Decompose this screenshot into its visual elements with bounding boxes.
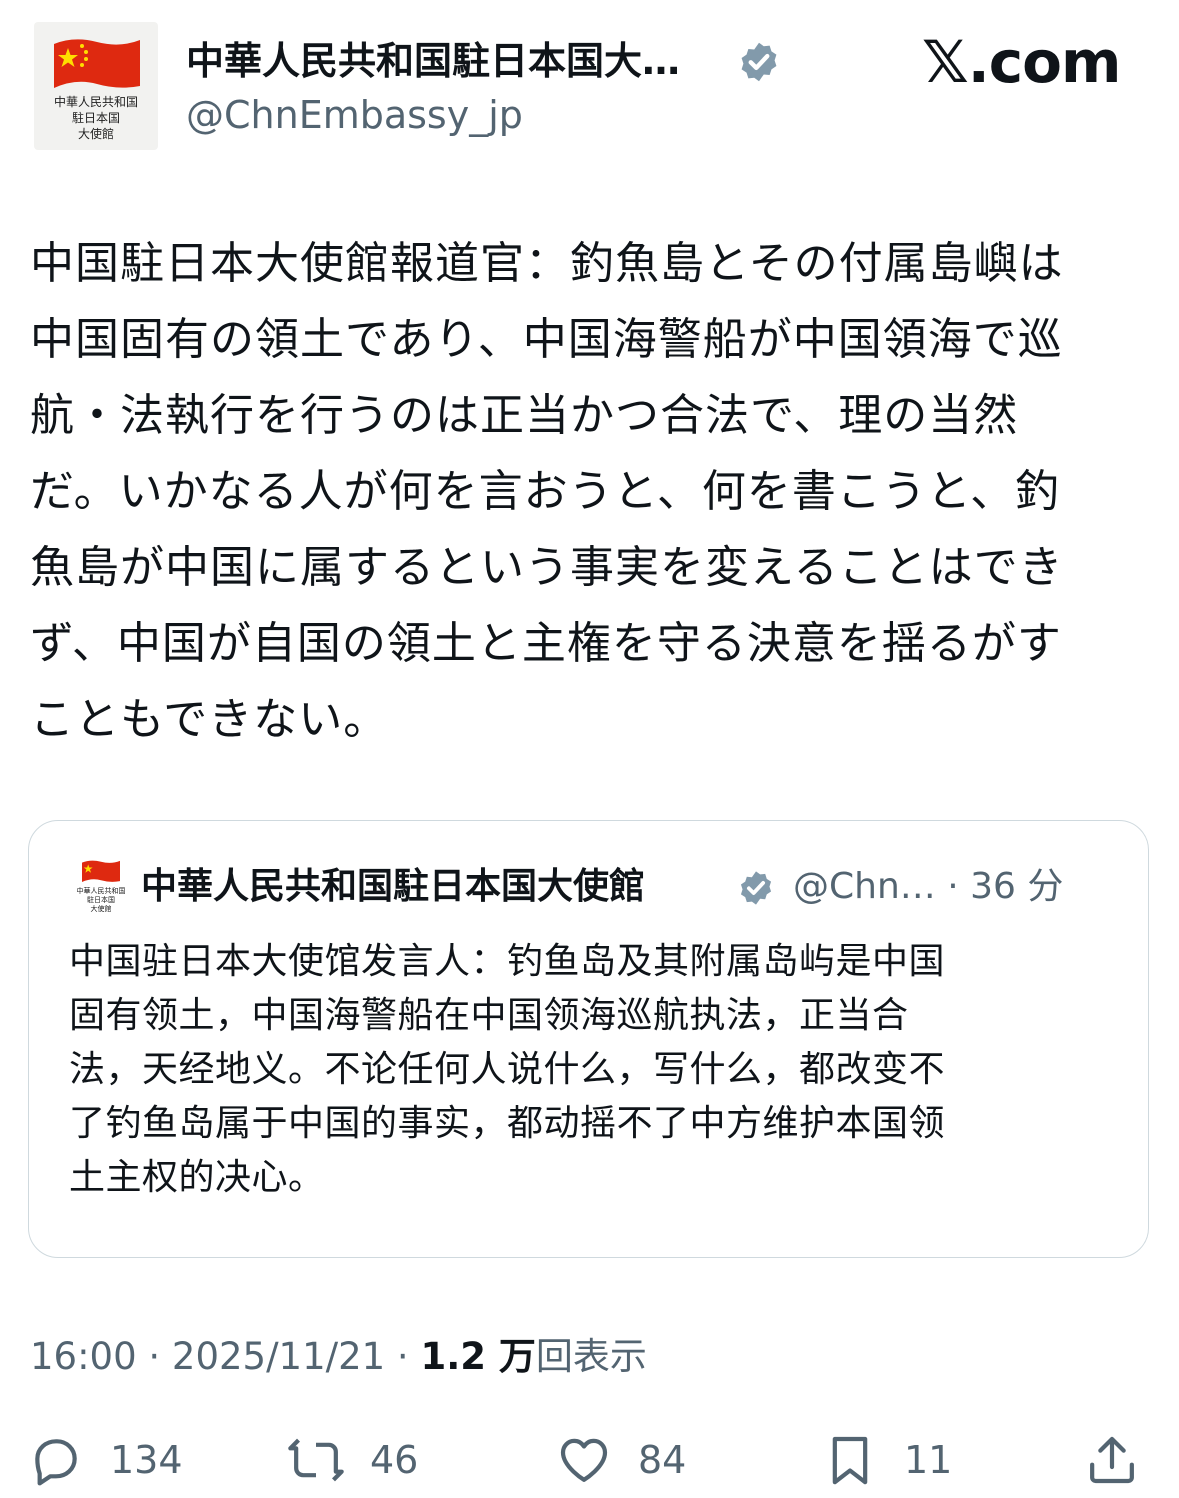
avatar-caption: 中華人民共和国 駐日本国 大使館 [53, 95, 138, 141]
like-button[interactable]: 84 [556, 1430, 686, 1490]
quote-line: 土主权的决心。 [69, 1157, 325, 1198]
tweet-line: 航・法執行を行うのは正当かつ合法で、理の当然 [30, 390, 1019, 441]
china-flag-icon [82, 860, 120, 883]
tweet-timestamp[interactable]: 16:00 · 2025/11/21 · 1.2 万回表示 [30, 1334, 647, 1380]
bookmark-button[interactable]: 11 [822, 1430, 952, 1490]
share-button[interactable] [1084, 1430, 1140, 1490]
verified-badge-icon [741, 42, 777, 82]
quote-line: 了钓鱼岛属于中国的事实，都动摇不了中方维护本国领 [69, 1103, 946, 1144]
quote-line: 固有领土，中国海警船在中国领海巡航执法，正当合 [69, 995, 909, 1036]
tweet-line: 魚島が中国に属するという事実を変えることはでき [30, 542, 1064, 593]
tweet-line: こともできない。 [30, 694, 389, 745]
share-icon [1090, 1436, 1134, 1484]
tweet-line: だ。いかなる人が何を言おうと、何を書こうと、釣 [30, 466, 1061, 517]
views-count: 1.2 万 [420, 1335, 536, 1378]
quote-avatar-caption: 中華人民共和国 駐日本国 大使館 [76, 887, 126, 913]
retweet-icon [288, 1438, 344, 1482]
bookmark-count: 11 [904, 1438, 953, 1482]
retweet-count: 46 [370, 1438, 419, 1482]
tweet-line: 中国駐日本大使館報道官：釣魚島とその付属島嶼は [30, 238, 1064, 289]
time-date: 16:00 · 2025/11/21 · [30, 1335, 421, 1378]
embassy-avatar[interactable]: 中華人民共和国 駐日本国 大使館 [34, 22, 158, 150]
quote-text: 中国驻日本大使馆发言人：钓鱼岛及其附属岛屿是中国 固有领土，中国海警船在中国领海… [69, 935, 1129, 1205]
like-count: 84 [638, 1438, 687, 1482]
x-logo: 𝕏.com [922, 28, 1121, 96]
quote-line: 中国驻日本大使馆发言人：钓鱼岛及其附属岛屿是中国 [69, 941, 946, 982]
quote-handle-time: @Chn… · 36 分 [793, 866, 1064, 907]
tweet-line: 中国固有の領土であり、中国海警船が中国領海で巡 [30, 314, 1063, 365]
retweet-button[interactable]: 46 [288, 1430, 418, 1490]
verified-badge-icon [740, 871, 772, 905]
quote-avatar[interactable]: 中華人民共和国 駐日本国 大使館 [73, 859, 129, 917]
tweet-text: 中国駐日本大使館報道官：釣魚島とその付属島嶼は 中国固有の領土であり、中国海警船… [30, 226, 1150, 758]
tweet-line: ず、中国が自国の領土と主権を守る決意を揺るがす [30, 618, 1062, 669]
quote-display-name[interactable]: 中華人民共和国駐日本国大使館 [141, 865, 645, 909]
china-flag-icon [54, 39, 140, 88]
author-display-name[interactable]: 中華人民共和国駐日本国大… [186, 38, 680, 84]
quoted-tweet-card[interactable]: 中華人民共和国 駐日本国 大使館 中華人民共和国駐日本国大使館 @Chn… · … [28, 820, 1149, 1258]
reply-button[interactable]: 134 [28, 1430, 183, 1490]
author-handle[interactable]: @ChnEmbassy_jp [186, 92, 523, 138]
views-label: 回表示 [535, 1335, 647, 1378]
quote-line: 法，天经地义。不论任何人说什么，写什么，都改变不 [69, 1049, 946, 1090]
like-icon [560, 1438, 608, 1482]
bookmark-icon [832, 1436, 868, 1485]
reply-count: 134 [110, 1438, 183, 1482]
reply-icon [35, 1439, 77, 1486]
